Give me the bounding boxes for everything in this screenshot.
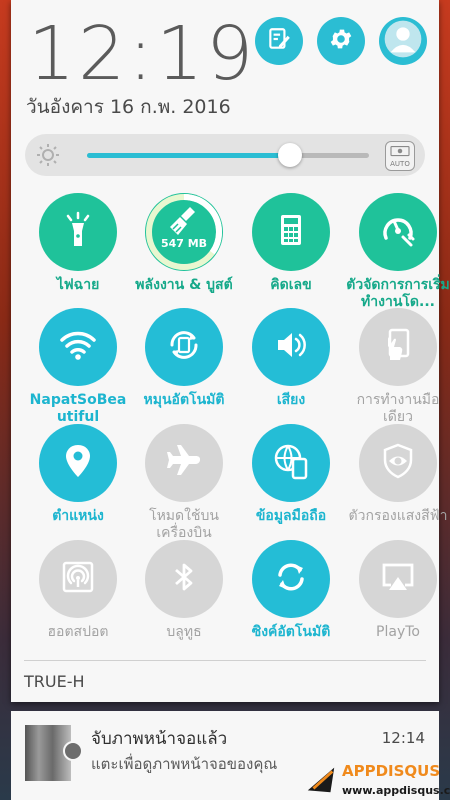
user-avatar-icon [383, 19, 423, 63]
tile-button[interactable] [145, 540, 223, 618]
gear-icon [328, 26, 354, 56]
tile-button[interactable] [359, 424, 437, 502]
brightness-fill [87, 153, 291, 158]
clock: 12:19 [28, 11, 257, 97]
tile-label: ตัวจัดการการเริ่มทำงานโด... [346, 277, 450, 310]
brightness-low-icon [35, 142, 61, 168]
quick-settings-panel: 12:19 วันอังคาร 16 ก.พ. 2016 AUTO ไฟฉาย 5… [11, 0, 450, 702]
tile-mobile-data[interactable]: ข้อมูลมือถือ [238, 424, 344, 525]
tile-button[interactable] [252, 193, 330, 271]
brightness-thumb[interactable] [278, 143, 303, 167]
bluelight-filter-icon [378, 441, 418, 485]
watermark-url: www.appdisqus.com [342, 784, 450, 797]
sync-icon [271, 557, 311, 601]
tile-hotspot[interactable]: ฮอตสปอต [25, 540, 131, 641]
tile-sync[interactable]: ซิงค์อัตโนมัติ [238, 540, 344, 641]
memory-badge: 547 MB [160, 237, 208, 250]
tile-calculator[interactable]: คิดเลข [238, 193, 344, 294]
tile-bluelight-filter[interactable]: ตัวกรองแสงสีฟ้า [345, 424, 450, 525]
brightness-slider[interactable] [87, 143, 369, 167]
mobile-data-icon [271, 441, 311, 485]
tile-wifi[interactable]: NapatSoBeautiful [25, 308, 131, 426]
tile-button[interactable] [359, 308, 437, 386]
calculator-icon [271, 210, 311, 254]
tile-label: ไฟฉาย [56, 277, 100, 293]
tile-button[interactable] [252, 540, 330, 618]
tile-label: PlayTo [376, 624, 420, 640]
flashlight-icon [58, 210, 98, 254]
tile-volume[interactable]: เสียง [238, 308, 344, 409]
hotspot-icon [58, 557, 98, 601]
playto-icon [378, 557, 418, 601]
tile-label: เสียง [276, 392, 306, 408]
edit-button[interactable] [255, 17, 303, 65]
notification-text: แตะเพื่อดูภาพหน้าจอของคุณ [91, 755, 278, 773]
tile-button[interactable] [252, 308, 330, 386]
tile-button[interactable] [145, 308, 223, 386]
tile-button[interactable] [39, 308, 117, 386]
tile-label: ฮอตสปอต [47, 624, 109, 640]
tile-button[interactable] [39, 540, 117, 618]
settings-button[interactable] [317, 17, 365, 65]
notification-title: จับภาพหน้าจอแล้ว [91, 729, 228, 749]
date: วันอังคาร 16 ก.พ. 2016 [26, 96, 231, 118]
auto-rotate-icon [164, 325, 204, 369]
tile-label: หมุนอัตโนมัติ [143, 392, 225, 408]
location-icon [58, 441, 98, 485]
notification-time: 12:14 [381, 729, 425, 747]
tile-label: พลังงาน & บูสต์ [135, 277, 233, 293]
tile-label: ตัวกรองแสงสีฟ้า [348, 508, 448, 524]
bluetooth-icon [164, 557, 204, 601]
tile-one-hand[interactable]: การทำงานมือเดียว [345, 308, 450, 426]
watermark-logo: APPDISQUS [342, 762, 441, 780]
tile-playto[interactable]: PlayTo [345, 540, 450, 641]
tile-flashlight[interactable]: ไฟฉาย [25, 193, 131, 294]
tile-label: ซิงค์อัตโนมัติ [251, 624, 331, 640]
gallery-icon [63, 741, 83, 761]
auto-brightness-toggle[interactable]: AUTO [385, 141, 415, 171]
volume-icon [271, 325, 311, 369]
airplane-icon [164, 441, 204, 485]
tile-label: ข้อมูลมือถือ [255, 508, 327, 524]
tile-auto-rotate[interactable]: หมุนอัตโนมัติ [131, 308, 237, 409]
autostart-manager-icon [378, 210, 418, 254]
tile-button[interactable] [359, 193, 437, 271]
brightness-bar: AUTO [25, 134, 425, 176]
divider [24, 660, 426, 661]
tile-label: โหมดใช้บนเครื่องบิน [149, 508, 219, 541]
tile-label: บลูทูธ [166, 624, 202, 640]
tile-broom[interactable]: 547 MB พลังงาน & บูสต์ [131, 193, 237, 294]
tile-button[interactable] [145, 424, 223, 502]
tile-bluetooth[interactable]: บลูทูธ [131, 540, 237, 641]
tile-label: คิดเลข [270, 277, 312, 293]
tile-label: ตำแหน่ง [52, 508, 104, 524]
edit-icon [266, 26, 292, 56]
wifi-icon [58, 325, 98, 369]
tile-label: การทำงานมือเดียว [356, 392, 440, 425]
user-profile-button[interactable] [379, 17, 427, 65]
watermark-logo-icon [307, 767, 335, 793]
tile-airplane[interactable]: โหมดใช้บนเครื่องบิน [131, 424, 237, 542]
tile-button[interactable] [359, 540, 437, 618]
tile-label: NapatSoBeautiful [29, 392, 127, 425]
watermark: APPDISQUS www.appdisqus.com [302, 760, 450, 798]
auto-brightness-label: AUTO [390, 160, 410, 168]
tile-button[interactable] [39, 424, 117, 502]
tile-button[interactable]: 547 MB [145, 193, 223, 271]
carrier-name: TRUE-H [24, 672, 85, 691]
one-hand-icon [378, 325, 418, 369]
tile-location[interactable]: ตำแหน่ง [25, 424, 131, 525]
tile-button[interactable] [39, 193, 117, 271]
tile-autostart-manager[interactable]: ตัวจัดการการเริ่มทำงานโด... [345, 193, 450, 311]
tile-button[interactable] [252, 424, 330, 502]
